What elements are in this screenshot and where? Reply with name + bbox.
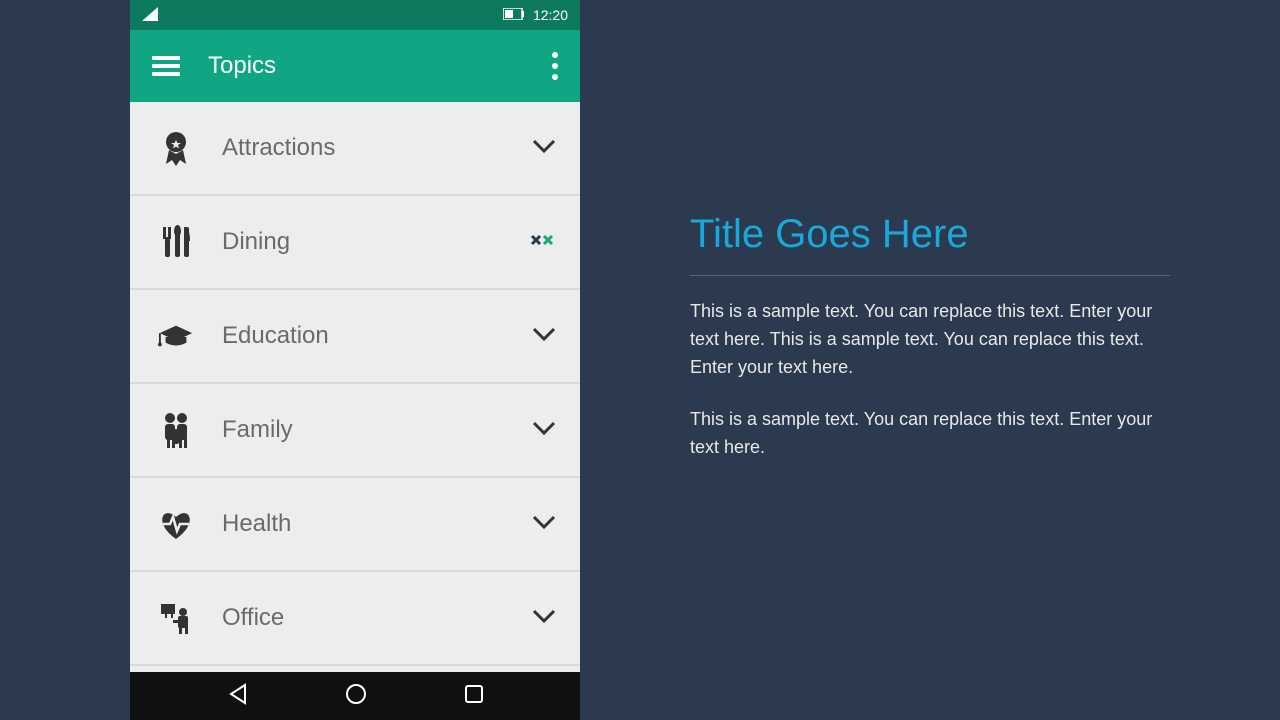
award-ribbon-icon: [158, 130, 194, 166]
more-icon[interactable]: [552, 52, 558, 80]
back-button[interactable]: [227, 683, 249, 710]
recent-apps-button[interactable]: [464, 684, 484, 709]
list-item-label: Dining: [222, 228, 530, 256]
office-presentation-icon: [158, 600, 194, 636]
list-item-label: Family: [222, 416, 532, 444]
family-icon: [158, 412, 194, 448]
app-bar: Topics: [130, 30, 580, 102]
heart-pulse-icon: [158, 506, 194, 542]
utensils-icon: [158, 224, 194, 260]
cross-marks-icon: [530, 232, 556, 253]
signal-icon: [142, 7, 158, 24]
list-item-family[interactable]: Family: [130, 384, 580, 478]
body-paragraph: This is a sample text. You can replace t…: [690, 298, 1170, 382]
topics-list: Attractions Dining: [130, 102, 580, 672]
android-nav-bar: [130, 672, 580, 720]
graduation-cap-icon: [158, 318, 194, 354]
status-bar: 12:20: [130, 0, 580, 30]
page-body: This is a sample text. You can replace t…: [690, 298, 1170, 461]
content-pane: Title Goes Here This is a sample text. Y…: [690, 212, 1170, 485]
chevron-down-icon: [532, 609, 556, 628]
body-paragraph: This is a sample text. You can replace t…: [690, 406, 1170, 462]
page-title: Title Goes Here: [690, 212, 1170, 276]
phone-mockup: 12:20 Topics Attractions: [130, 0, 580, 720]
chevron-down-icon: [532, 139, 556, 158]
app-title: Topics: [208, 52, 552, 80]
chevron-down-icon: [532, 515, 556, 534]
chevron-down-icon: [532, 421, 556, 440]
list-item-office[interactable]: Office: [130, 572, 580, 666]
list-item-education[interactable]: Education: [130, 290, 580, 384]
list-item-label: Education: [222, 322, 532, 350]
battery-icon: [503, 7, 525, 23]
list-item-label: Attractions: [222, 134, 532, 162]
home-button[interactable]: [345, 683, 367, 710]
list-item-label: Office: [222, 604, 532, 632]
list-item-health[interactable]: Health: [130, 478, 580, 572]
chevron-down-icon: [532, 327, 556, 346]
list-item-dining[interactable]: Dining: [130, 196, 580, 290]
status-time: 12:20: [533, 7, 568, 23]
list-item-attractions[interactable]: Attractions: [130, 102, 580, 196]
list-item-label: Health: [222, 510, 532, 538]
menu-icon[interactable]: [152, 56, 180, 76]
